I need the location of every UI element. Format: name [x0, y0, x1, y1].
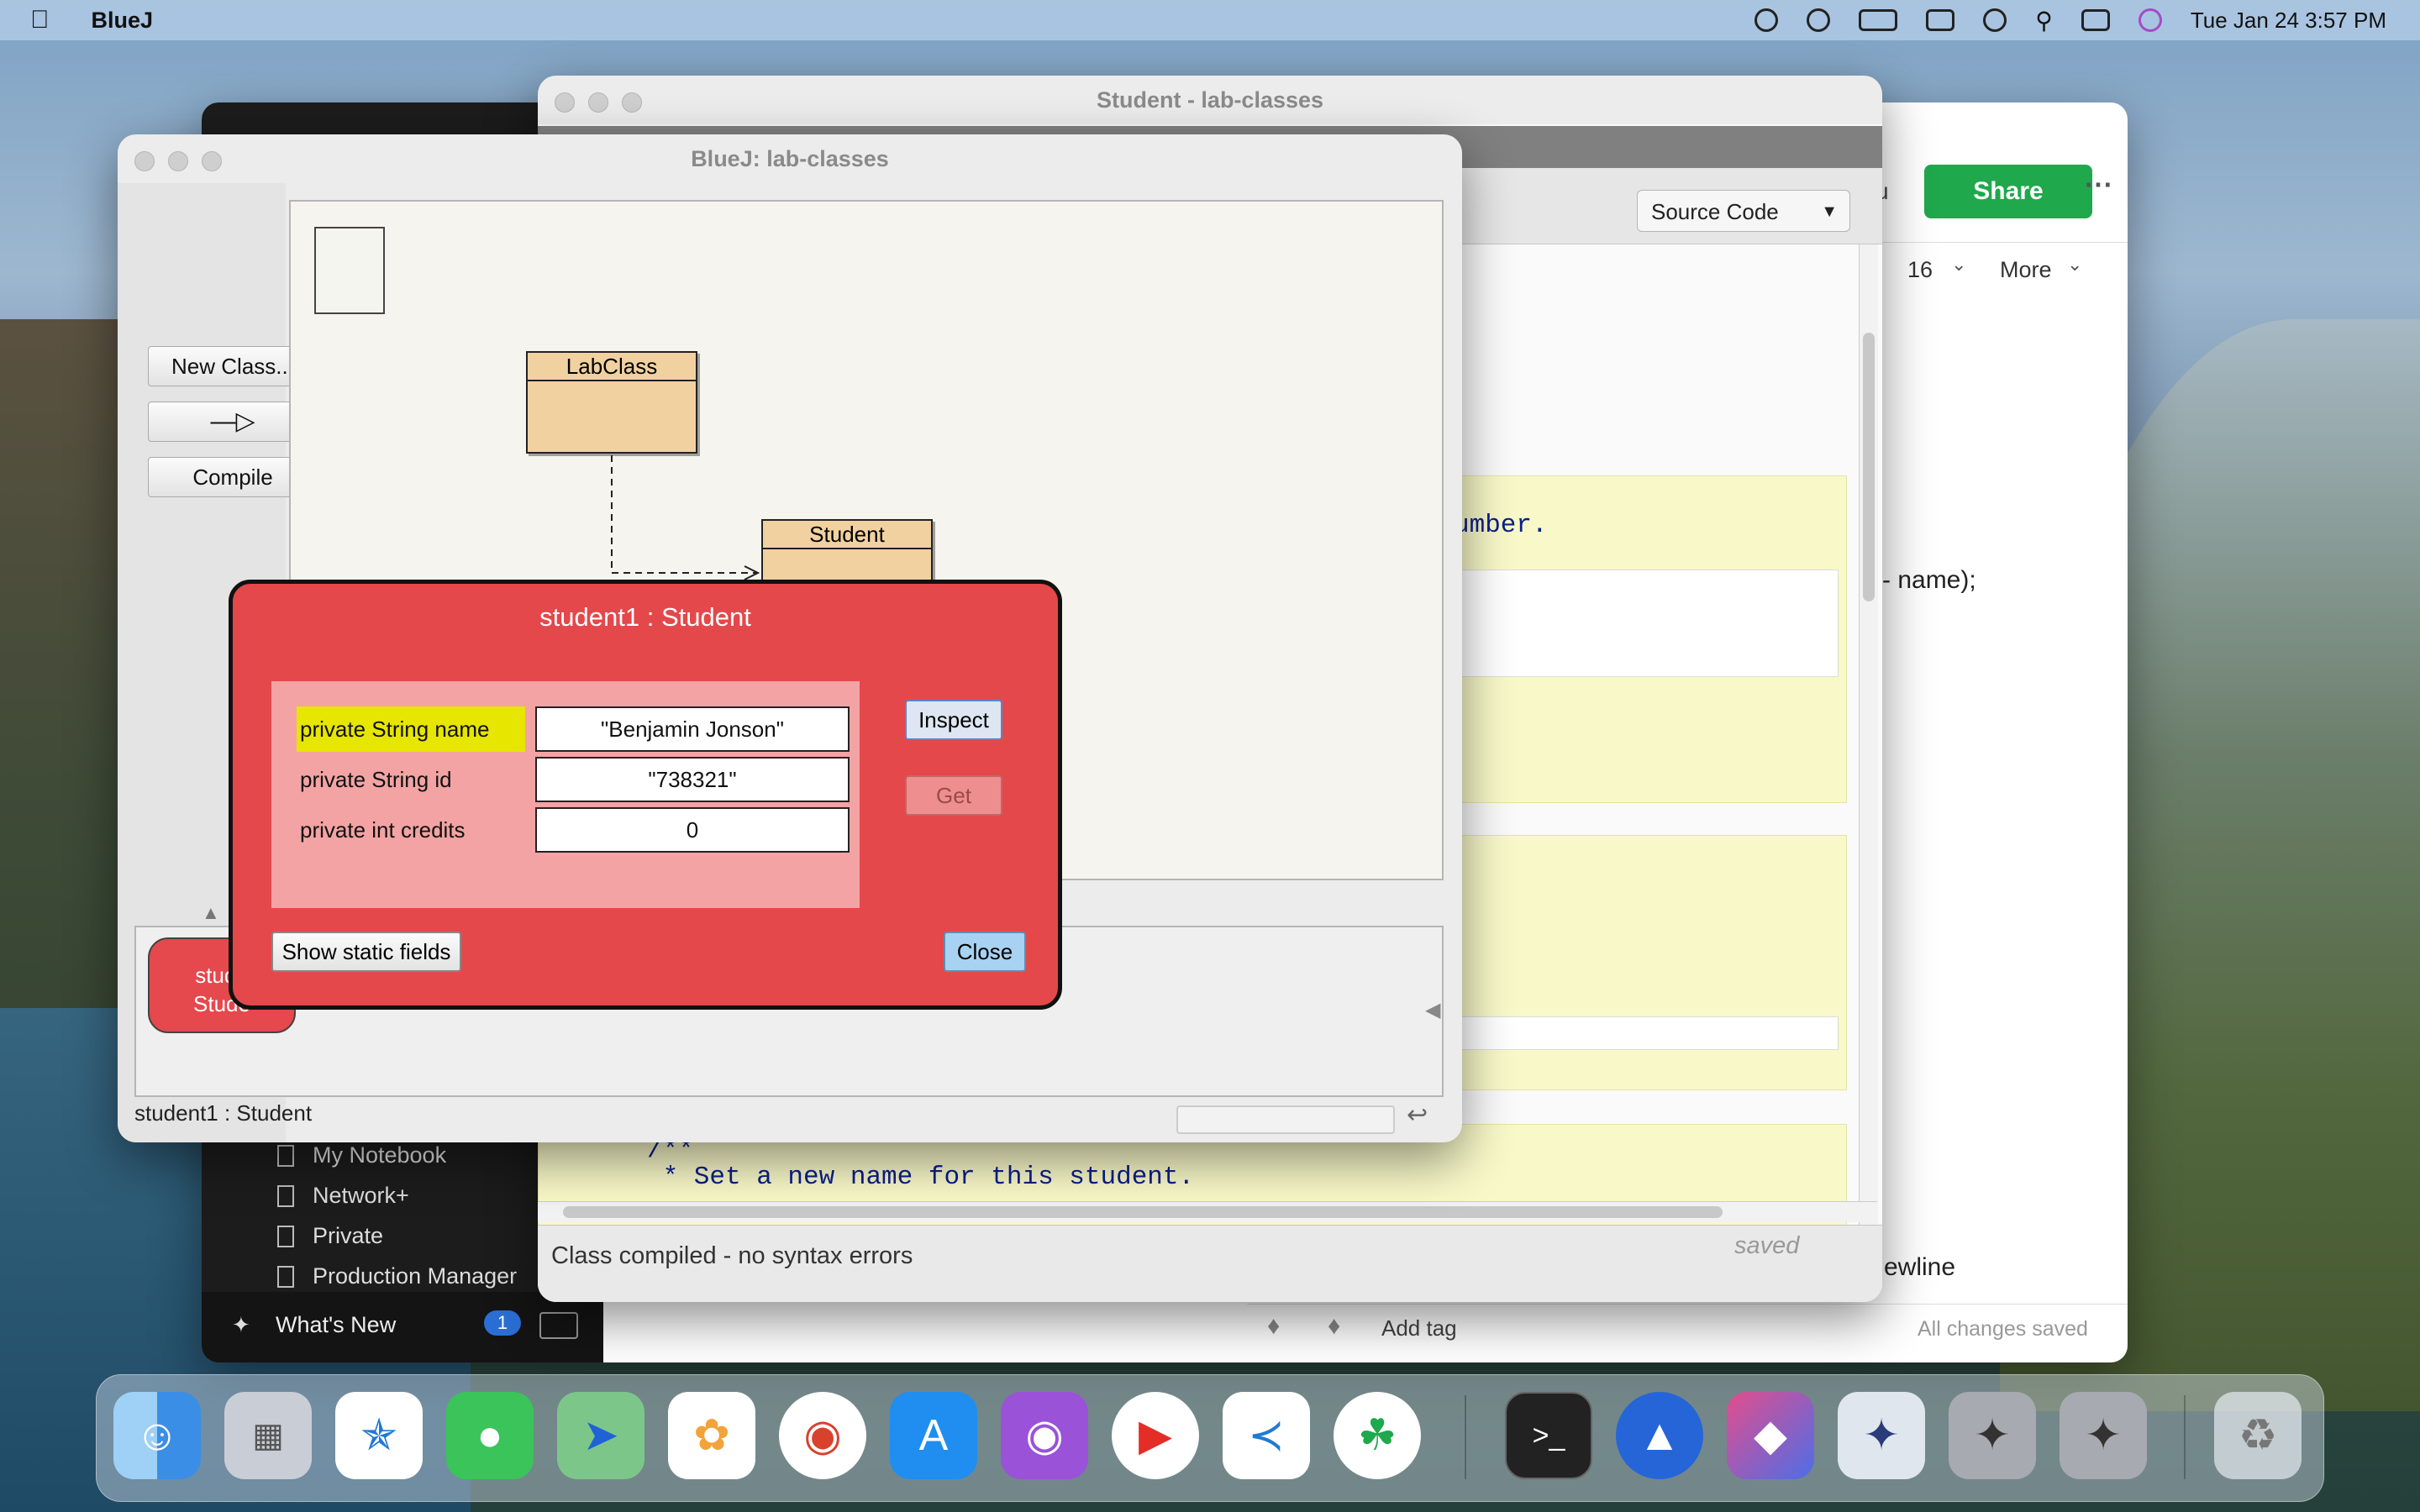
podcasts-icon[interactable]: ◉	[1001, 1392, 1088, 1479]
chevron-down-icon[interactable]: ⌄	[2067, 254, 2082, 276]
vscode-icon[interactable]: ≺	[1223, 1392, 1310, 1479]
get-button[interactable]: Get	[905, 775, 1002, 816]
whats-new-badge: 1	[484, 1310, 521, 1336]
code-line: * Set a new name for this student.	[647, 1163, 1195, 1192]
field-label: private int credits	[300, 817, 466, 843]
whats-new-bar[interactable]: ✦ What's New 1	[202, 1292, 603, 1362]
add-tag-button[interactable]: Add tag	[1381, 1315, 1457, 1341]
editor-window-title: Student - lab-classes	[1096, 87, 1324, 113]
field-value: "Benjamin Jonson"	[535, 706, 850, 752]
view-mode-select[interactable]: Source Code ▼	[1637, 190, 1850, 232]
editor-status-bar: Class compiled - no syntax errors saved	[538, 1225, 1882, 1302]
apple-menu-icon[interactable]: 	[30, 6, 50, 34]
note-text-fragment-bottom: ewline	[1884, 1253, 1956, 1281]
menu-clock[interactable]: Tue Jan 24 3:57 PM	[2191, 8, 2386, 34]
shortcuts-icon[interactable]: ◆	[1727, 1392, 1814, 1479]
horizontal-scrollbar[interactable]	[538, 1201, 1877, 1222]
dock-divider	[1465, 1395, 1466, 1479]
arrow-right-icon: —▷	[210, 407, 255, 435]
field-row-credits[interactable]: private int credits 0	[297, 807, 850, 853]
field-value: "738321"	[535, 757, 850, 802]
whats-new-label: What's New	[276, 1312, 397, 1337]
notebook-icon	[277, 1144, 294, 1167]
battery-icon[interactable]	[1859, 9, 1898, 31]
field-label: private String id	[300, 767, 452, 792]
field-label: private String name	[297, 706, 525, 752]
screen-mirroring-icon[interactable]	[1926, 9, 1955, 31]
siri-icon[interactable]	[2138, 8, 2162, 32]
evernote-menu-icon[interactable]	[1754, 8, 1779, 32]
collapse-icon[interactable]: ◀	[1425, 998, 1440, 1022]
inspector-title: student1 : Student	[539, 602, 751, 632]
more-format-menu[interactable]: More	[2000, 257, 2052, 283]
scrollbar-thumb[interactable]	[1863, 333, 1875, 601]
menu-bar:  BlueJ ⚲ Tue Jan 24 3:57 PM	[0, 0, 2420, 40]
show-static-fields-button[interactable]: Show static fields	[271, 932, 461, 972]
return-arrow-icon[interactable]: ↩	[1407, 1100, 1428, 1130]
finder-icon[interactable]: ☺	[113, 1392, 201, 1479]
font-size-select[interactable]: 16	[1907, 257, 1933, 283]
dock-divider	[2184, 1395, 2186, 1479]
sidebar-item-production-manager[interactable]: Production Manager	[277, 1263, 517, 1289]
trash-icon[interactable]: ♻	[2214, 1392, 2302, 1479]
launchpad-icon[interactable]: ▦	[224, 1392, 312, 1479]
field-row-id[interactable]: private String id "738321"	[297, 757, 850, 802]
field-list: private String name "Benjamin Jonson" pr…	[271, 681, 860, 908]
sidebar-item-private[interactable]: Private	[277, 1223, 383, 1249]
field-value: 0	[535, 807, 850, 853]
bluej-app-icon[interactable]: ✦	[1838, 1392, 1925, 1479]
object-inspector-dialog: student1 : Student private String name "…	[229, 580, 1062, 1010]
dropdown-arrow-icon: ▼	[1821, 202, 1838, 221]
inspect-button[interactable]: Inspect	[905, 700, 1002, 740]
status-icons: ⚲ Tue Jan 24 3:57 PM	[1754, 0, 2386, 40]
view-mode-value: Source Code	[1651, 199, 1779, 224]
control-center-icon[interactable]	[2081, 9, 2110, 31]
spotlight-search-icon[interactable]: ⚲	[2035, 7, 2053, 34]
reminder-bell-icon[interactable]: ♦	[1267, 1312, 1280, 1341]
bluej-app-icon-3[interactable]: ✦	[2060, 1392, 2147, 1479]
bluej-app-icon-2[interactable]: ✦	[1949, 1392, 2036, 1479]
messages-icon[interactable]: ●	[446, 1392, 534, 1479]
tag-icon[interactable]: ♦	[1328, 1312, 1340, 1341]
save-status: All changes saved	[1918, 1317, 2088, 1341]
notebook-icon	[277, 1184, 294, 1207]
app-menu-name[interactable]: BlueJ	[92, 8, 154, 34]
bench-toggle-icon[interactable]: ▲	[202, 902, 220, 924]
footer-divider	[1247, 1304, 2128, 1305]
speedometer-icon[interactable]	[1807, 8, 1831, 32]
time-machine-icon[interactable]	[1983, 8, 2007, 32]
saved-indicator: saved	[1734, 1232, 1800, 1259]
vertical-scrollbar[interactable]	[1859, 198, 1878, 1257]
field-row-name[interactable]: private String name "Benjamin Jonson"	[297, 706, 850, 752]
safari-icon[interactable]: ✯	[335, 1392, 423, 1479]
bluej-status-text: student1 : Student	[134, 1100, 313, 1126]
bluej-window-title: BlueJ: lab-classes	[691, 146, 889, 171]
sidebar-item-my-notebook[interactable]: My Notebook	[277, 1142, 446, 1168]
chevron-down-icon[interactable]: ⌄	[1951, 254, 1966, 276]
close-button[interactable]: Close	[944, 932, 1026, 972]
sidebar-item-network[interactable]: Network+	[277, 1183, 409, 1209]
more-options-icon[interactable]: ⋯	[2084, 168, 2112, 202]
keyboard-icon[interactable]	[539, 1312, 578, 1339]
code-line: umber.	[1454, 511, 1548, 540]
scrollbar-thumb[interactable]	[563, 1206, 1723, 1218]
photos-icon[interactable]: ✿	[668, 1392, 755, 1479]
toolbar-divider	[1881, 242, 2128, 243]
sparkle-icon: ✦	[232, 1312, 250, 1337]
share-button[interactable]: Share	[1924, 165, 2092, 218]
notebook-icon	[277, 1225, 294, 1247]
app-store-icon[interactable]: A	[890, 1392, 977, 1479]
progress-field	[1176, 1105, 1395, 1134]
maps-icon[interactable]: ➤	[557, 1392, 644, 1479]
evernote-icon[interactable]: ☘	[1334, 1392, 1421, 1479]
chrome-icon[interactable]: ◉	[779, 1392, 866, 1479]
compile-status: Class compiled - no syntax errors	[551, 1242, 913, 1269]
notebook-icon	[277, 1265, 294, 1288]
nordvpn-icon[interactable]: ▲	[1616, 1392, 1703, 1479]
youtube-icon[interactable]: ▶	[1112, 1392, 1199, 1479]
note-text-fragment: - name);	[1882, 566, 1976, 594]
dock: ☺ ▦ ✯ ● ➤ ✿ ◉ A ◉ ▶ ≺ ☘ >_ ▲ ◆ ✦ ✦ ✦ ♻	[96, 1374, 2324, 1502]
terminal-icon[interactable]: >_	[1505, 1392, 1592, 1479]
